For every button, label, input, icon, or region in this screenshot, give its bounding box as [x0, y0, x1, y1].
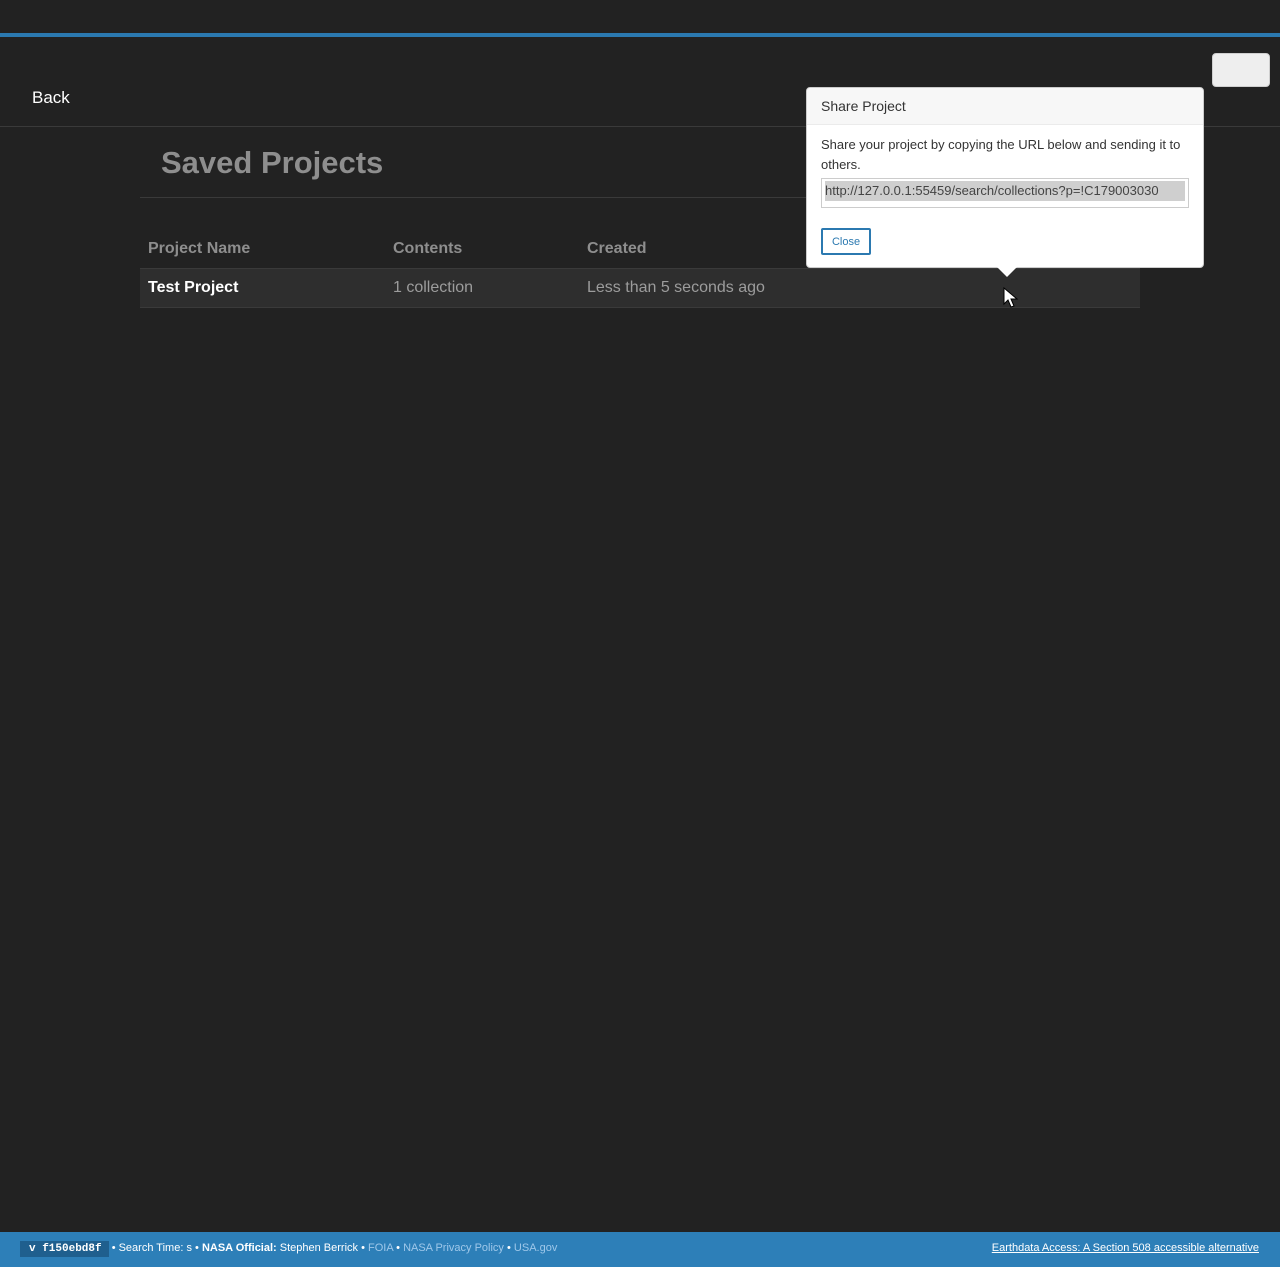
foia-link[interactable]: FOIA	[368, 1242, 393, 1254]
page-title: Saved Projects	[161, 145, 384, 180]
share-url-field[interactable]: http://127.0.0.1:55459/search/collection…	[821, 178, 1189, 208]
footer: v f150ebd8f • Search Time: s • NASA Offi…	[0, 1232, 1280, 1267]
project-created: Less than 5 seconds ago	[587, 279, 765, 296]
separator: •	[396, 1242, 400, 1254]
column-header-contents: Contents	[393, 240, 463, 257]
share-url-text[interactable]: http://127.0.0.1:55459/search/collection…	[825, 181, 1185, 201]
top-bar	[0, 0, 1280, 33]
footer-info: v f150ebd8f • Search Time: s • NASA Offi…	[20, 1241, 557, 1257]
separator: •	[361, 1242, 365, 1254]
separator: •	[507, 1242, 511, 1254]
mouse-pointer-icon	[1003, 287, 1019, 308]
accent-line	[0, 33, 1280, 37]
version-badge: v f150ebd8f	[20, 1241, 109, 1257]
usa-gov-link[interactable]: USA.gov	[514, 1242, 557, 1254]
column-header-project-name: Project Name	[148, 240, 251, 257]
popover-arrow	[997, 267, 1017, 277]
share-project-popover: Share Project Share your project by copy…	[806, 87, 1204, 277]
search-time: • Search Time: s •	[111, 1242, 199, 1254]
top-right-button[interactable]	[1212, 53, 1270, 87]
column-header-created: Created	[587, 240, 647, 257]
nasa-official-name: Stephen Berrick	[279, 1242, 359, 1254]
accessible-alternative-link[interactable]: Earthdata Access: A Section 508 accessib…	[992, 1242, 1259, 1254]
popover-description: Share your project by copying the URL be…	[821, 137, 1181, 172]
popover-title: Share Project	[807, 88, 1203, 125]
close-button[interactable]: Close	[821, 228, 871, 255]
table-row[interactable]: Test Project 1 collection Less than 5 se…	[140, 269, 1140, 308]
privacy-policy-link[interactable]: NASA Privacy Policy	[403, 1242, 504, 1254]
project-contents: 1 collection	[393, 279, 474, 296]
project-name-link[interactable]: Test Project	[148, 279, 238, 297]
nasa-official-label: NASA Official:	[201, 1242, 277, 1254]
back-link[interactable]: Back	[32, 88, 70, 108]
